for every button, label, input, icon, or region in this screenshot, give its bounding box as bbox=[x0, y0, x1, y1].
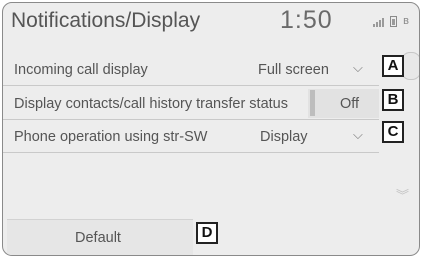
callout-label-d: D bbox=[196, 222, 218, 244]
chevron-down-icon: ⌵ bbox=[353, 60, 363, 75]
chevron-down-icon: ⌵ bbox=[353, 127, 363, 142]
setting-label: Incoming call display bbox=[14, 62, 148, 78]
setting-label: Phone operation using str-SW bbox=[14, 129, 208, 145]
callout-label-b: B bbox=[382, 89, 404, 111]
toggle-indicator bbox=[310, 90, 315, 116]
setting-row-phone-operation[interactable]: Phone operation using str-SW Display ⌵ bbox=[3, 121, 379, 153]
setting-row-transfer-status[interactable]: Display contacts/call history transfer s… bbox=[3, 88, 379, 120]
default-button-label: Default bbox=[75, 230, 121, 246]
setting-value: Full screen bbox=[258, 62, 329, 78]
battery-icon bbox=[390, 16, 398, 27]
callout-label-a: A bbox=[382, 55, 404, 77]
callout-label-c: C bbox=[382, 121, 404, 143]
setting-row-incoming-call-display[interactable]: Incoming call display Full screen ⌵ bbox=[3, 54, 379, 86]
clock: 1:50 bbox=[280, 6, 333, 34]
status-icons: ʙ bbox=[373, 16, 409, 27]
page-title: Notifications/Display bbox=[11, 9, 201, 32]
default-button[interactable]: Default bbox=[7, 219, 193, 255]
transfer-status-toggle[interactable]: Off bbox=[308, 89, 379, 118]
bluetooth-icon: ʙ bbox=[403, 15, 409, 27]
phone-settings-screen: Notifications/Display 1:50 ʙ Incoming ca… bbox=[2, 2, 420, 256]
setting-value: Display bbox=[260, 129, 308, 145]
signal-icon bbox=[373, 18, 385, 27]
setting-label: Display contacts/call history transfer s… bbox=[14, 96, 288, 112]
toggle-state: Off bbox=[340, 96, 360, 112]
scroll-down-icon[interactable]: ︾ bbox=[396, 189, 409, 202]
